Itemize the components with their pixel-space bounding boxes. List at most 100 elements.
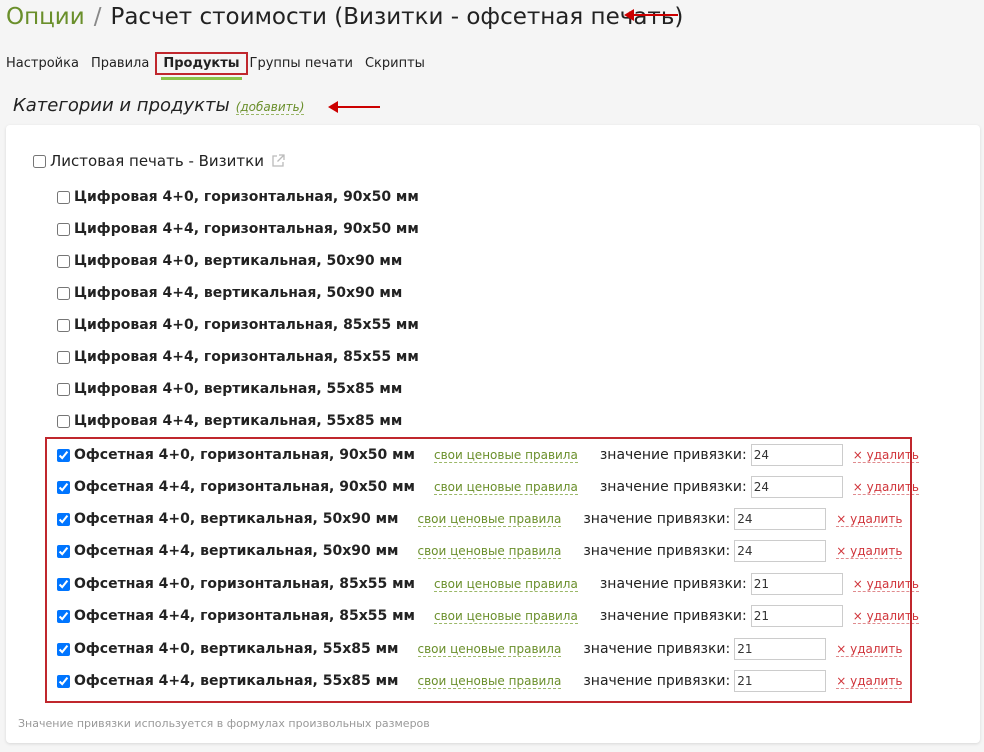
product-label: Цифровая 4+4, горизонтальная, 90x50 мм	[74, 221, 419, 237]
section-title: Категории и продукты	[13, 95, 230, 116]
binding-value-input[interactable]	[750, 573, 843, 595]
product-row: Цифровая 4+4, горизонтальная, 85x55 мм	[57, 349, 419, 365]
selected-product-row: Офсетная 4+0, вертикальная, 50x90 мм сво…	[57, 508, 903, 530]
product-checkbox[interactable]	[57, 222, 70, 236]
custom-price-rules-link[interactable]: свои ценовые правила	[417, 512, 562, 527]
product-checkbox[interactable]	[57, 674, 70, 688]
binding-value-input[interactable]	[750, 605, 843, 627]
product-row: Цифровая 4+0, горизонтальная, 90x50 мм	[57, 189, 419, 205]
product-checkbox[interactable]	[57, 577, 70, 591]
selected-product-row: Офсетная 4+4, горизонтальная, 90x50 мм с…	[57, 476, 919, 498]
product-checkbox[interactable]	[57, 609, 70, 623]
section-header: Категории и продукты (добавить)	[13, 95, 305, 116]
product-label: Офсетная 4+4, вертикальная, 50x90 мм	[74, 543, 399, 559]
breadcrumb-options-link[interactable]: Опции	[6, 4, 85, 30]
product-checkbox[interactable]	[57, 414, 70, 428]
binding-value-label: значение привязки:	[583, 673, 731, 689]
binding-value-input[interactable]	[734, 670, 827, 692]
binding-value-label: значение привязки:	[583, 511, 731, 527]
product-checkbox[interactable]	[57, 480, 70, 494]
category-checkbox[interactable]	[33, 154, 46, 168]
selected-product-row: Офсетная 4+4, вертикальная, 50x90 мм сво…	[57, 540, 903, 562]
binding-value-label: значение привязки:	[599, 479, 747, 495]
custom-price-rules-link[interactable]: свои ценовые правила	[434, 448, 578, 463]
selected-product-row: Офсетная 4+0, горизонтальная, 90x50 мм с…	[57, 444, 919, 466]
selected-product-row: Офсетная 4+4, горизонтальная, 85x55 мм с…	[57, 605, 919, 627]
selected-product-row: Офсетная 4+4, вертикальная, 55x85 мм сво…	[57, 670, 903, 692]
category-row: Листовая печать - Визитки	[33, 152, 285, 170]
binding-value-label: значение привязки:	[583, 543, 731, 559]
binding-value-input[interactable]	[734, 508, 827, 530]
annotation-arrow-section	[328, 101, 380, 113]
product-label: Цифровая 4+4, вертикальная, 50x90 мм	[74, 285, 403, 301]
product-checkbox[interactable]	[57, 382, 70, 396]
product-row: Цифровая 4+0, вертикальная, 55x85 мм	[57, 381, 402, 397]
product-label: Офсетная 4+0, вертикальная, 55x85 мм	[74, 641, 399, 657]
product-label: Офсетная 4+4, горизонтальная, 85x55 мм	[74, 608, 416, 624]
page-title: Расчет стоимости (Визитки - офсетная печ…	[110, 4, 684, 30]
product-checkbox[interactable]	[57, 190, 70, 204]
binding-value-label: значение привязки:	[599, 576, 747, 592]
breadcrumb-separator: /	[93, 4, 102, 30]
product-row: Цифровая 4+4, вертикальная, 55x85 мм	[57, 413, 402, 429]
product-label: Цифровая 4+4, вертикальная, 55x85 мм	[74, 413, 403, 429]
annotation-arrow-title	[624, 9, 678, 21]
binding-value-label: значение привязки:	[599, 608, 747, 624]
delete-link[interactable]: × удалить	[852, 448, 919, 463]
product-label: Офсетная 4+0, горизонтальная, 85x55 мм	[74, 576, 416, 592]
product-label: Офсетная 4+4, горизонтальная, 90x50 мм	[74, 479, 416, 495]
external-link-icon[interactable]	[271, 154, 285, 168]
binding-value-input[interactable]	[750, 444, 843, 466]
binding-value-input[interactable]	[750, 476, 843, 498]
binding-value-label: значение привязки:	[583, 641, 731, 657]
product-label: Цифровая 4+4, горизонтальная, 85x55 мм	[74, 349, 419, 365]
custom-price-rules-link[interactable]: свои ценовые правила	[417, 642, 562, 657]
product-checkbox[interactable]	[57, 642, 70, 656]
product-label: Офсетная 4+4, вертикальная, 55x85 мм	[74, 673, 399, 689]
delete-link[interactable]: × удалить	[836, 674, 903, 689]
custom-price-rules-link[interactable]: свои ценовые правила	[434, 480, 578, 495]
product-row: Цифровая 4+0, вертикальная, 50x90 мм	[57, 253, 402, 269]
product-checkbox[interactable]	[57, 512, 70, 526]
tab-bar: Настройка Правила Продукты Группы печати…	[6, 52, 437, 80]
products-panel: Листовая печать - Визитки Цифровая 4+0, …	[6, 125, 980, 743]
product-label: Цифровая 4+0, горизонтальная, 90x50 мм	[74, 189, 419, 205]
product-label: Цифровая 4+0, вертикальная, 50x90 мм	[74, 253, 403, 269]
binding-value-input[interactable]	[734, 638, 827, 660]
product-label: Офсетная 4+0, горизонтальная, 90x50 мм	[74, 447, 416, 463]
tab-print-groups[interactable]: Группы печати	[250, 56, 353, 71]
product-label: Цифровая 4+0, вертикальная, 55x85 мм	[74, 381, 403, 397]
product-checkbox[interactable]	[57, 318, 70, 332]
delete-link[interactable]: × удалить	[836, 642, 903, 657]
delete-link[interactable]: × удалить	[852, 577, 919, 592]
delete-link[interactable]: × удалить	[836, 512, 903, 527]
custom-price-rules-link[interactable]: свои ценовые правила	[434, 609, 578, 624]
custom-price-rules-link[interactable]: свои ценовые правила	[417, 544, 562, 559]
product-checkbox[interactable]	[57, 254, 70, 268]
custom-price-rules-link[interactable]: свои ценовые правила	[417, 674, 562, 689]
delete-link[interactable]: × удалить	[852, 480, 919, 495]
product-row: Цифровая 4+4, вертикальная, 50x90 мм	[57, 285, 402, 301]
category-label: Листовая печать - Визитки	[50, 152, 264, 170]
tab-settings[interactable]: Настройка	[6, 56, 79, 71]
binding-value-label: значение привязки:	[599, 447, 747, 463]
delete-link[interactable]: × удалить	[836, 544, 903, 559]
page-header: Опции / Расчет стоимости (Визитки - офсе…	[6, 0, 683, 34]
product-label: Цифровая 4+0, горизонтальная, 85x55 мм	[74, 317, 419, 333]
selected-product-row: Офсетная 4+0, вертикальная, 55x85 мм сво…	[57, 638, 903, 660]
tab-scripts[interactable]: Скрипты	[365, 56, 425, 71]
product-checkbox[interactable]	[57, 350, 70, 364]
binding-value-input[interactable]	[734, 540, 827, 562]
add-category-link[interactable]: (добавить)	[235, 100, 305, 115]
product-checkbox[interactable]	[57, 544, 70, 558]
product-checkbox[interactable]	[57, 286, 70, 300]
tab-rules[interactable]: Правила	[91, 56, 149, 71]
custom-price-rules-link[interactable]: свои ценовые правила	[434, 577, 578, 592]
tab-products[interactable]: Продукты	[155, 52, 248, 80]
footnote: Значение привязки используется в формула…	[18, 717, 430, 730]
product-row: Цифровая 4+0, горизонтальная, 85x55 мм	[57, 317, 419, 333]
product-label: Офсетная 4+0, вертикальная, 50x90 мм	[74, 511, 399, 527]
selected-product-row: Офсетная 4+0, горизонтальная, 85x55 мм с…	[57, 573, 919, 595]
product-checkbox[interactable]	[57, 448, 70, 462]
delete-link[interactable]: × удалить	[852, 609, 919, 624]
